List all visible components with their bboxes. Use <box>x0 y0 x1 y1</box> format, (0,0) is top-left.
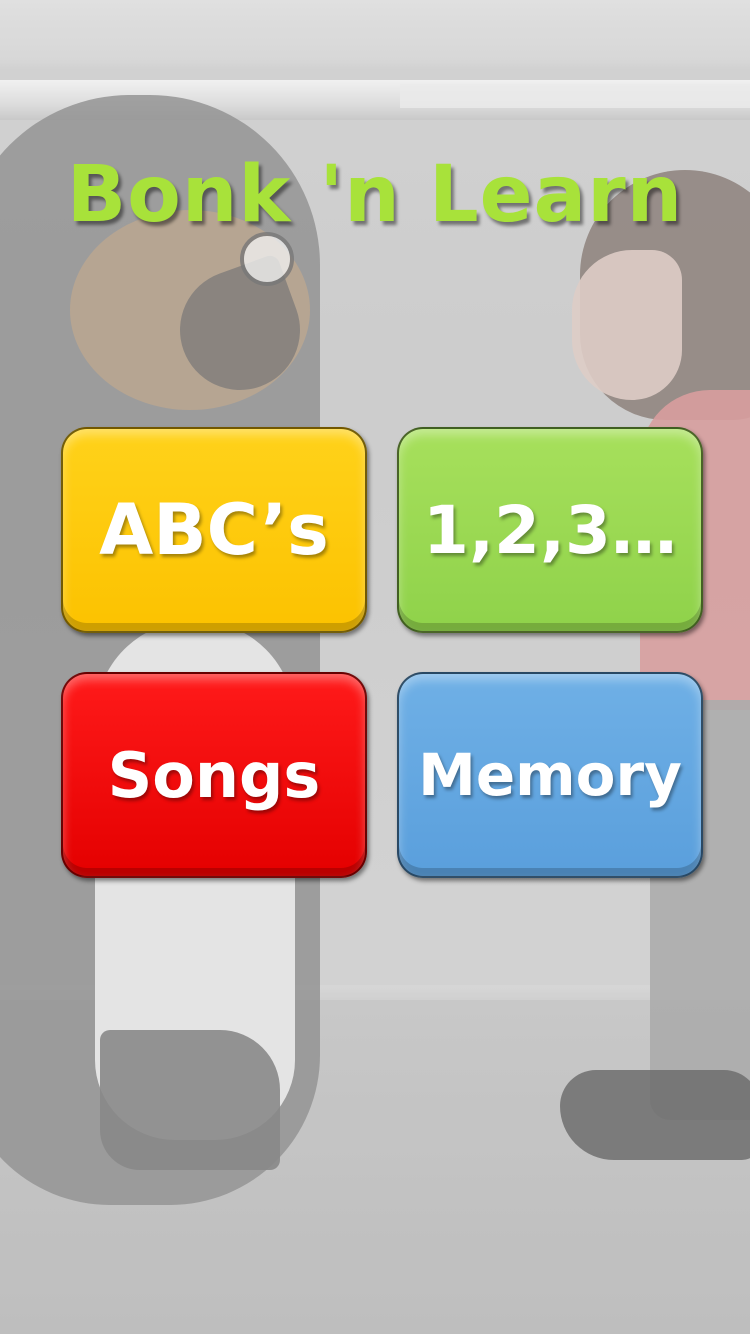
numbers-button-label: 1,2,3… <box>423 491 677 569</box>
memory-button-label: Memory <box>418 741 682 809</box>
memory-button[interactable]: Memory <box>397 672 703 878</box>
app-title: Bonk 'n Learn <box>66 150 684 240</box>
numbers-button[interactable]: 1,2,3… <box>397 427 703 633</box>
songs-button-label: Songs <box>107 738 321 812</box>
songs-button[interactable]: Songs <box>61 672 367 878</box>
abc-button-label: ABC’s <box>99 489 329 571</box>
abc-button[interactable]: ABC’s <box>61 427 367 633</box>
